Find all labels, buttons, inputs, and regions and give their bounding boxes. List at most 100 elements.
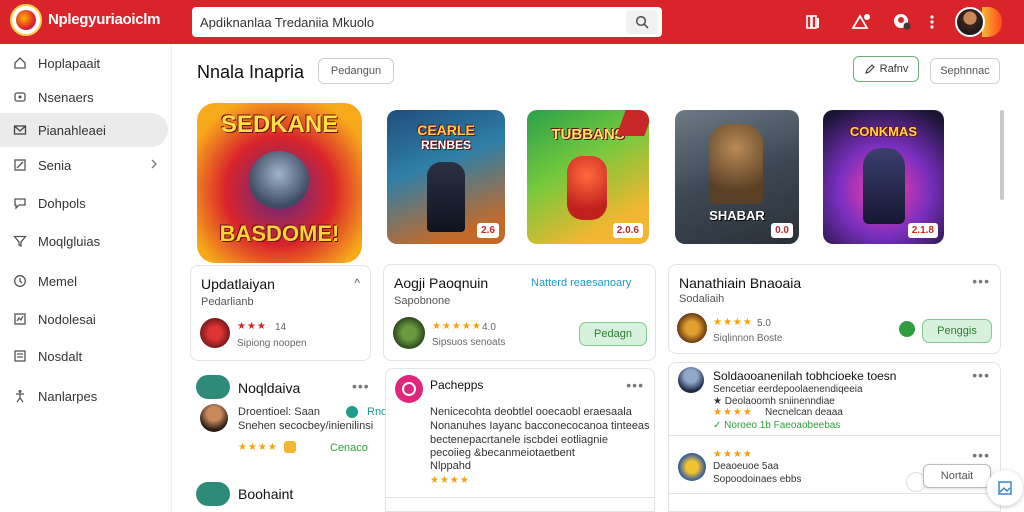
accessibility-icon xyxy=(12,388,28,404)
post-panel[interactable]: Pachepps ••• Nenicecohta deobtlel ooecao… xyxy=(385,368,655,512)
panel-meta: Sipsuos senoats xyxy=(432,337,506,348)
sidebar-item-filter[interactable]: Moqlgluias xyxy=(0,224,168,258)
game-title-bottom: BASDOME! xyxy=(219,221,340,246)
rating-stars: ★★★★ xyxy=(430,475,470,486)
filter-icon xyxy=(12,233,28,249)
sort-button[interactable]: Sephnnac xyxy=(930,58,1000,84)
sidebar-item-list[interactable]: Nosdalt xyxy=(0,339,168,373)
install-button[interactable]: Penggis xyxy=(922,319,992,343)
image-fab[interactable] xyxy=(987,470,1023,506)
sidebar-item-chat[interactable]: Dohpols xyxy=(0,186,168,220)
app-icon xyxy=(678,453,706,481)
sidebar-item-label: Nosdalt xyxy=(38,348,83,364)
game-card[interactable]: SEDKANE BASDOME! xyxy=(197,103,362,263)
game-title-top: CEARLE xyxy=(417,122,475,138)
install-button[interactable]: Pedagn xyxy=(579,322,647,346)
sidebar-item-clock[interactable]: Memel xyxy=(0,264,168,298)
chart-icon xyxy=(12,311,28,327)
app-panel[interactable]: Nanathiain Bnaoaia ••• Sodaliaih ★★★★ 5.… xyxy=(668,264,1001,354)
review-title: Soldaooanenilah tobhcioeke toesn xyxy=(713,369,897,383)
list-icon xyxy=(12,348,28,364)
rating-stars: ★★★★ xyxy=(238,442,278,453)
list-item-line: Droentioel: Saan xyxy=(238,406,320,418)
search-bar[interactable] xyxy=(192,7,662,37)
game-title-bottom: RENBES xyxy=(420,138,471,152)
more-options-icon[interactable]: ••• xyxy=(352,378,370,394)
game-title-top: SEDKANE xyxy=(220,111,339,138)
panel-subtitle: Sapobnone xyxy=(394,295,451,307)
panel-meta: Siqlinnon Boste xyxy=(713,333,783,344)
list-item-title: Boohaint xyxy=(238,486,294,502)
rating-stars: ★★★★★ xyxy=(432,321,482,332)
mail-icon xyxy=(12,122,28,138)
app-panel[interactable]: Aogji Paoqnuin Natterd reaesanoary Sapob… xyxy=(383,264,656,361)
search-input[interactable] xyxy=(192,7,620,37)
app-logo[interactable] xyxy=(10,4,42,36)
sidebar-item-chart[interactable]: Nodolesai xyxy=(0,302,168,336)
sidebar-item-mail[interactable]: Pianahleaei xyxy=(0,113,168,147)
game-title-top: CONKMAS xyxy=(849,124,918,139)
avatar xyxy=(678,367,704,393)
more-icon[interactable] xyxy=(920,10,944,34)
list-item[interactable]: Boohaint xyxy=(190,476,380,512)
check-icon xyxy=(899,321,915,337)
report-button[interactable]: Nortait xyxy=(923,464,991,488)
sidebar-item-label: Moqlgluias xyxy=(38,233,101,249)
avatar xyxy=(200,404,228,432)
sidebar-item-label: Dohpols xyxy=(38,195,86,211)
account-icon[interactable] xyxy=(890,10,914,34)
sidebar-item-home[interactable]: Hoplapaait xyxy=(0,46,168,80)
app-icon xyxy=(393,317,425,349)
scrollbar[interactable] xyxy=(1000,110,1004,200)
more-options-icon[interactable]: ••• xyxy=(972,367,990,383)
sidebar-item-accessibility[interactable]: Nanlarpes xyxy=(0,379,168,413)
sidebar-item-news[interactable]: Nsenaers xyxy=(0,80,168,114)
chevron-right-icon[interactable] xyxy=(150,158,158,173)
search-button[interactable] xyxy=(626,10,658,34)
list-item-line: Snehen secocbey/inienilinsi xyxy=(238,420,374,432)
post-title: Pachepps xyxy=(430,378,484,392)
divider xyxy=(669,493,1000,494)
avatar[interactable] xyxy=(955,7,985,37)
review-panel[interactable]: Soldaooanenilah tobhcioeke toesn ••• Sen… xyxy=(668,362,1001,512)
more-options-icon[interactable]: ••• xyxy=(972,273,990,289)
rating-badge: 2.1.8 xyxy=(907,223,938,238)
edit-label: Rafnv xyxy=(879,63,909,75)
sidebar-item-series[interactable]: Senia xyxy=(0,148,168,182)
sidebar: Hoplapaait Nsenaers Pianahleaei Senia Do… xyxy=(0,44,172,512)
app-icon xyxy=(196,482,230,506)
ring-icon xyxy=(402,382,416,396)
library-icon[interactable] xyxy=(801,10,825,34)
sidebar-item-label: Nanlarpes xyxy=(38,388,98,404)
rating-badge: 0.0 xyxy=(771,223,793,238)
divider xyxy=(669,435,1000,436)
post-line: bectenepacrtanele iscbdei eotliagnie xyxy=(430,434,608,446)
app-panel[interactable]: Updatlaiyan ^ Pedarlianb ★★★ 14 Sipiong … xyxy=(190,265,371,361)
game-card[interactable]: CEARLE RENBES 2.6 xyxy=(387,110,505,244)
character-art xyxy=(863,148,905,224)
review-line: Necnelcan deaaa xyxy=(765,407,843,418)
game-card[interactable]: TUBBANS 2.0.6 xyxy=(527,110,649,244)
search-icon xyxy=(635,15,649,29)
app-icon xyxy=(677,313,707,343)
edit-button[interactable]: Rafnv xyxy=(853,56,919,82)
filter-button[interactable]: Pedangun xyxy=(318,58,394,84)
top-bar: Nplegyuriaoiclm xyxy=(0,0,1024,44)
notification-icon[interactable] xyxy=(849,10,873,34)
character-art xyxy=(709,124,763,204)
more-options-icon[interactable]: ••• xyxy=(972,447,990,463)
list-item[interactable]: Noqldaiva ••• Droentioel: Saan Rnd Snehe… xyxy=(190,366,387,460)
app-icon xyxy=(200,318,230,348)
chevron-up-icon[interactable]: ^ xyxy=(354,276,360,290)
rating-badge: 2.6 xyxy=(477,223,499,238)
panel-link[interactable]: Natterd reaesanoary xyxy=(531,277,631,289)
more-options-icon[interactable]: ••• xyxy=(626,377,644,393)
review-line: Sopoodoinaes ebbs xyxy=(713,474,802,485)
image-icon xyxy=(998,481,1012,495)
rating-value: 4.0 xyxy=(482,322,496,333)
post-line: Nonanuhes Iayanc bacconecocanoa tinteeas xyxy=(430,420,650,432)
app-title: Nplegyuriaoiclm xyxy=(48,11,161,28)
status-dot xyxy=(346,406,358,418)
game-card[interactable]: SHABAR 0.0 xyxy=(675,110,799,244)
game-card[interactable]: CONKMAS 2.1.8 xyxy=(823,110,944,244)
